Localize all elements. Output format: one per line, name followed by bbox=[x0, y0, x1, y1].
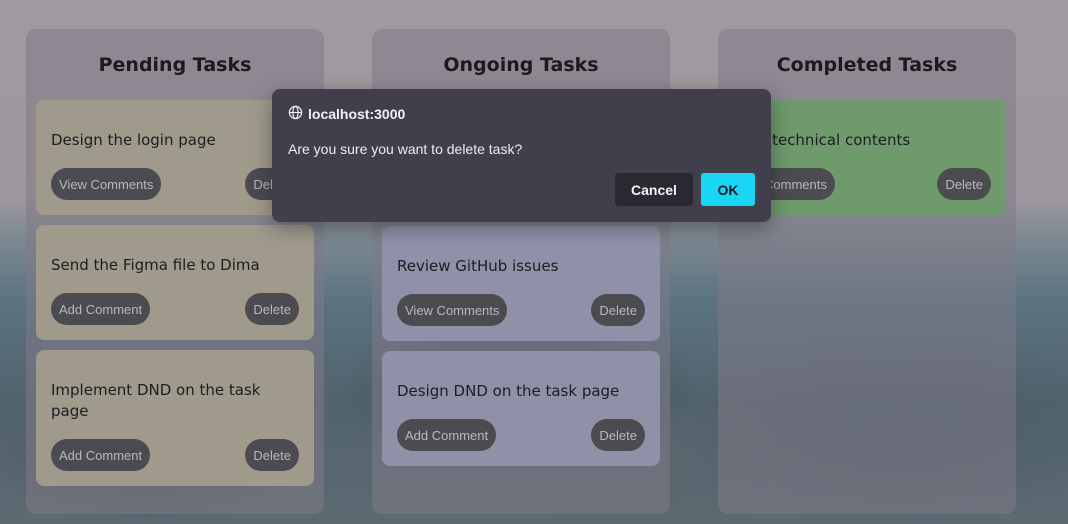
dialog-message: Are you sure you want to delete task? bbox=[288, 141, 523, 157]
delete-button[interactable]: Delete bbox=[245, 293, 299, 325]
view-comments-button[interactable]: View Comments bbox=[51, 168, 162, 200]
view-comments-button[interactable]: View Comments bbox=[397, 294, 508, 326]
globe-icon bbox=[288, 105, 303, 123]
completed-column-title: Completed Tasks bbox=[776, 53, 958, 76]
add-comment-button[interactable]: Add Comment bbox=[51, 293, 151, 325]
pending-column-title: Pending Tasks bbox=[98, 53, 252, 76]
task-card[interactable]: Review GitHub issues View Comments Delet… bbox=[382, 226, 660, 341]
confirm-dialog: localhost:3000 Are you sure you want to … bbox=[272, 89, 771, 222]
task-title: Design the login page bbox=[51, 131, 216, 149]
add-comment-button[interactable]: Add Comment bbox=[51, 439, 151, 471]
dialog-origin: localhost:3000 bbox=[288, 105, 405, 123]
task-title: Implement DND on the task page bbox=[51, 381, 261, 420]
delete-button[interactable]: Delete bbox=[245, 439, 299, 471]
task-title: Review GitHub issues bbox=[397, 257, 559, 275]
task-title: Design DND on the task page bbox=[397, 382, 620, 400]
delete-button[interactable]: Delete bbox=[591, 419, 645, 451]
cancel-button[interactable]: Cancel bbox=[615, 173, 693, 206]
dialog-origin-text: localhost:3000 bbox=[308, 106, 406, 122]
task-card[interactable]: Implement DND on the task page Add Comme… bbox=[36, 350, 314, 486]
delete-button[interactable]: Delete bbox=[591, 294, 645, 326]
task-title: ate technical contents bbox=[743, 131, 911, 149]
add-comment-button[interactable]: Add Comment bbox=[397, 419, 497, 451]
task-card[interactable]: Design DND on the task page Add Comment … bbox=[382, 351, 660, 466]
task-card[interactable]: Send the Figma file to Dima Add Comment … bbox=[36, 225, 314, 340]
ok-button[interactable]: OK bbox=[701, 173, 755, 206]
task-title: Send the Figma file to Dima bbox=[51, 256, 260, 274]
delete-button[interactable]: Delete bbox=[937, 168, 991, 200]
